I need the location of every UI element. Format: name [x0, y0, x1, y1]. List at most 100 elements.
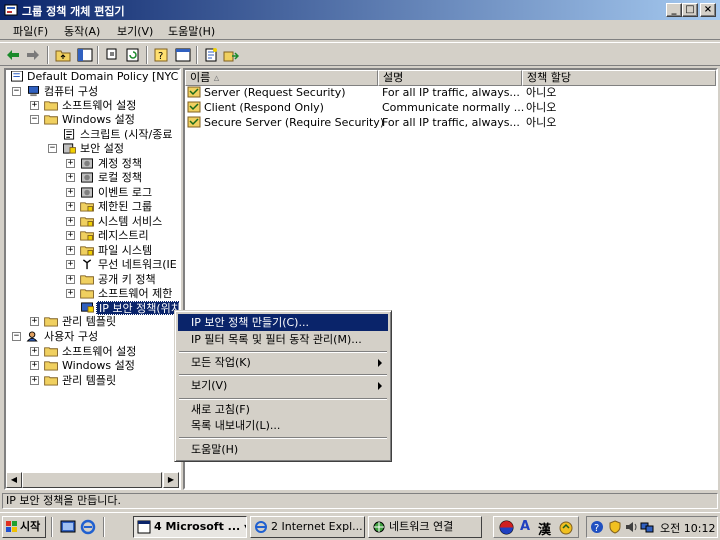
properties-icon[interactable]	[174, 46, 192, 64]
column-header-assigned[interactable]: 정책 할당	[522, 70, 716, 86]
expand-toggle[interactable]: +	[66, 275, 75, 284]
korean-flag-icon[interactable]	[499, 520, 514, 535]
show-tree-icon[interactable]	[76, 46, 94, 64]
menu-separator	[179, 398, 387, 400]
tree-label-selected: IP 보안 정책(위치	[96, 301, 179, 315]
expand-toggle[interactable]: +	[66, 173, 75, 182]
scroll-right-button[interactable]: ▶	[163, 472, 179, 488]
menu-action[interactable]: 동작(A)	[64, 23, 100, 39]
show-desktop-icon[interactable]	[60, 519, 76, 535]
expand-toggle[interactable]: +	[66, 260, 75, 269]
menu-create-ip-policy[interactable]: IP 보안 정책 만들기(C)...	[178, 314, 388, 331]
expand-toggle[interactable]: +	[66, 289, 75, 298]
menu-manage-filters[interactable]: IP 필터 목록 및 필터 동작 관리(M)...	[178, 331, 388, 348]
taskbar-separator	[51, 517, 53, 537]
expand-toggle[interactable]: +	[66, 202, 75, 211]
close-button[interactable]: ×	[700, 3, 716, 17]
column-name-label: 이름	[190, 71, 211, 84]
window-group-icon	[137, 520, 151, 534]
expand-toggle[interactable]: +	[30, 101, 39, 110]
menu-file[interactable]: 파일(F)	[13, 23, 48, 39]
network-tray-icon[interactable]	[640, 520, 654, 534]
menu-view[interactable]: 보기(V)	[117, 23, 153, 39]
toolbar-separator	[146, 46, 148, 64]
policy-description: For all IP traffic, always...	[382, 116, 520, 129]
taskbar: 시작 4 Microsoft ... ▼ 2 Internet Expl... …	[0, 512, 720, 540]
toolbar-separator	[97, 46, 99, 64]
taskbar-separator	[103, 517, 105, 537]
policy-folder-icon	[81, 187, 93, 198]
menu-export-list[interactable]: 목록 내보내기(L)...	[178, 417, 388, 434]
task-label: 네트워크 연결	[389, 520, 454, 533]
copy-icon[interactable]	[104, 46, 122, 64]
expand-toggle[interactable]: +	[30, 361, 39, 370]
minimize-button[interactable]: _	[666, 3, 682, 17]
ime-hanja-mode[interactable]: 漢	[538, 519, 551, 538]
collapse-toggle[interactable]: −	[48, 144, 57, 153]
policy-description: For all IP traffic, always...	[382, 86, 520, 99]
task-network-connections[interactable]: 네트워크 연결	[368, 516, 482, 538]
expand-toggle[interactable]: +	[66, 246, 75, 255]
security-shield-icon[interactable]	[608, 520, 622, 534]
expand-toggle[interactable]: +	[30, 376, 39, 385]
policy-assigned: 아니오	[526, 86, 557, 99]
tree-label: 계정 정책	[98, 157, 142, 170]
ime-alpha-mode[interactable]: A	[520, 519, 530, 534]
tree-pane[interactable]: Default Domain Policy [NYC- − 컴퓨터 구성 + 소…	[4, 68, 181, 490]
folder-icon	[80, 275, 94, 285]
menu-item-label: 새로 고침(F)	[191, 403, 250, 416]
expand-toggle[interactable]: +	[30, 347, 39, 356]
expand-toggle[interactable]: +	[66, 159, 75, 168]
scroll-left-button[interactable]: ◀	[6, 472, 22, 488]
policy-name: Secure Server (Require Security)	[204, 116, 385, 129]
internet-explorer-icon	[255, 521, 267, 533]
policy-assigned: 아니오	[526, 116, 557, 129]
gpedit-icon	[4, 4, 18, 16]
menu-help[interactable]: 도움말(H)	[178, 441, 388, 458]
task-microsoft[interactable]: 4 Microsoft ... ▼	[133, 516, 247, 538]
column-header-description[interactable]: 설명	[378, 70, 522, 86]
tree-label: 소프트웨어 제한	[98, 287, 173, 300]
new-policy-icon[interactable]	[202, 46, 220, 64]
help-icon[interactable]: ?	[152, 46, 170, 64]
task-label: 2 Internet Expl...	[271, 520, 363, 533]
internet-explorer-icon[interactable]	[80, 519, 96, 535]
start-button[interactable]: 시작	[2, 516, 46, 538]
menu-view[interactable]: 보기(V)	[178, 377, 388, 394]
tree-label: Windows 설정	[62, 359, 135, 372]
menu-bar: 파일(F) 동작(A) 보기(V) 도움말(H)	[0, 20, 720, 40]
ime-settings-icon[interactable]	[558, 520, 574, 535]
menu-item-label: 모든 작업(K)	[191, 356, 251, 369]
tree-label: 레지스트리	[98, 229, 149, 242]
help-question-icon[interactable]: ?	[590, 520, 604, 534]
column-header-name[interactable]: 이름 ▵	[185, 70, 378, 86]
tree-label: 제한된 그룹	[98, 200, 153, 213]
up-folder-icon[interactable]	[54, 46, 72, 64]
collapse-toggle[interactable]: −	[30, 115, 39, 124]
tree-horizontal-scrollbar[interactable]: ◀ ▶	[6, 472, 179, 488]
policy-assigned: 아니오	[526, 101, 557, 114]
expand-toggle[interactable]: +	[66, 231, 75, 240]
menu-all-tasks[interactable]: 모든 작업(K)	[178, 354, 388, 371]
scroll-thumb[interactable]	[22, 472, 162, 488]
policy-icon	[11, 71, 23, 82]
toolbar-separator	[47, 46, 49, 64]
speaker-icon[interactable]	[624, 520, 638, 534]
folder-icon	[44, 361, 58, 371]
collapse-toggle[interactable]: −	[12, 332, 21, 341]
folder-open-icon	[44, 115, 58, 125]
collapse-toggle[interactable]: −	[12, 87, 21, 96]
maximize-button[interactable]: □	[682, 3, 698, 17]
task-internet-explorer[interactable]: 2 Internet Expl... ▼	[250, 516, 365, 538]
back-icon[interactable]	[4, 46, 22, 64]
forward-icon[interactable]	[24, 46, 42, 64]
menu-help[interactable]: 도움말(H)	[168, 23, 215, 39]
menu-refresh[interactable]: 새로 고침(F)	[178, 401, 388, 418]
manage-filters-icon[interactable]	[222, 46, 240, 64]
submenu-arrow-icon	[378, 359, 382, 367]
expand-toggle[interactable]: +	[30, 317, 39, 326]
expand-toggle[interactable]: +	[66, 217, 75, 226]
menu-item-label: 목록 내보내기(L)...	[191, 419, 281, 432]
refresh-icon[interactable]	[124, 46, 142, 64]
expand-toggle[interactable]: +	[66, 188, 75, 197]
